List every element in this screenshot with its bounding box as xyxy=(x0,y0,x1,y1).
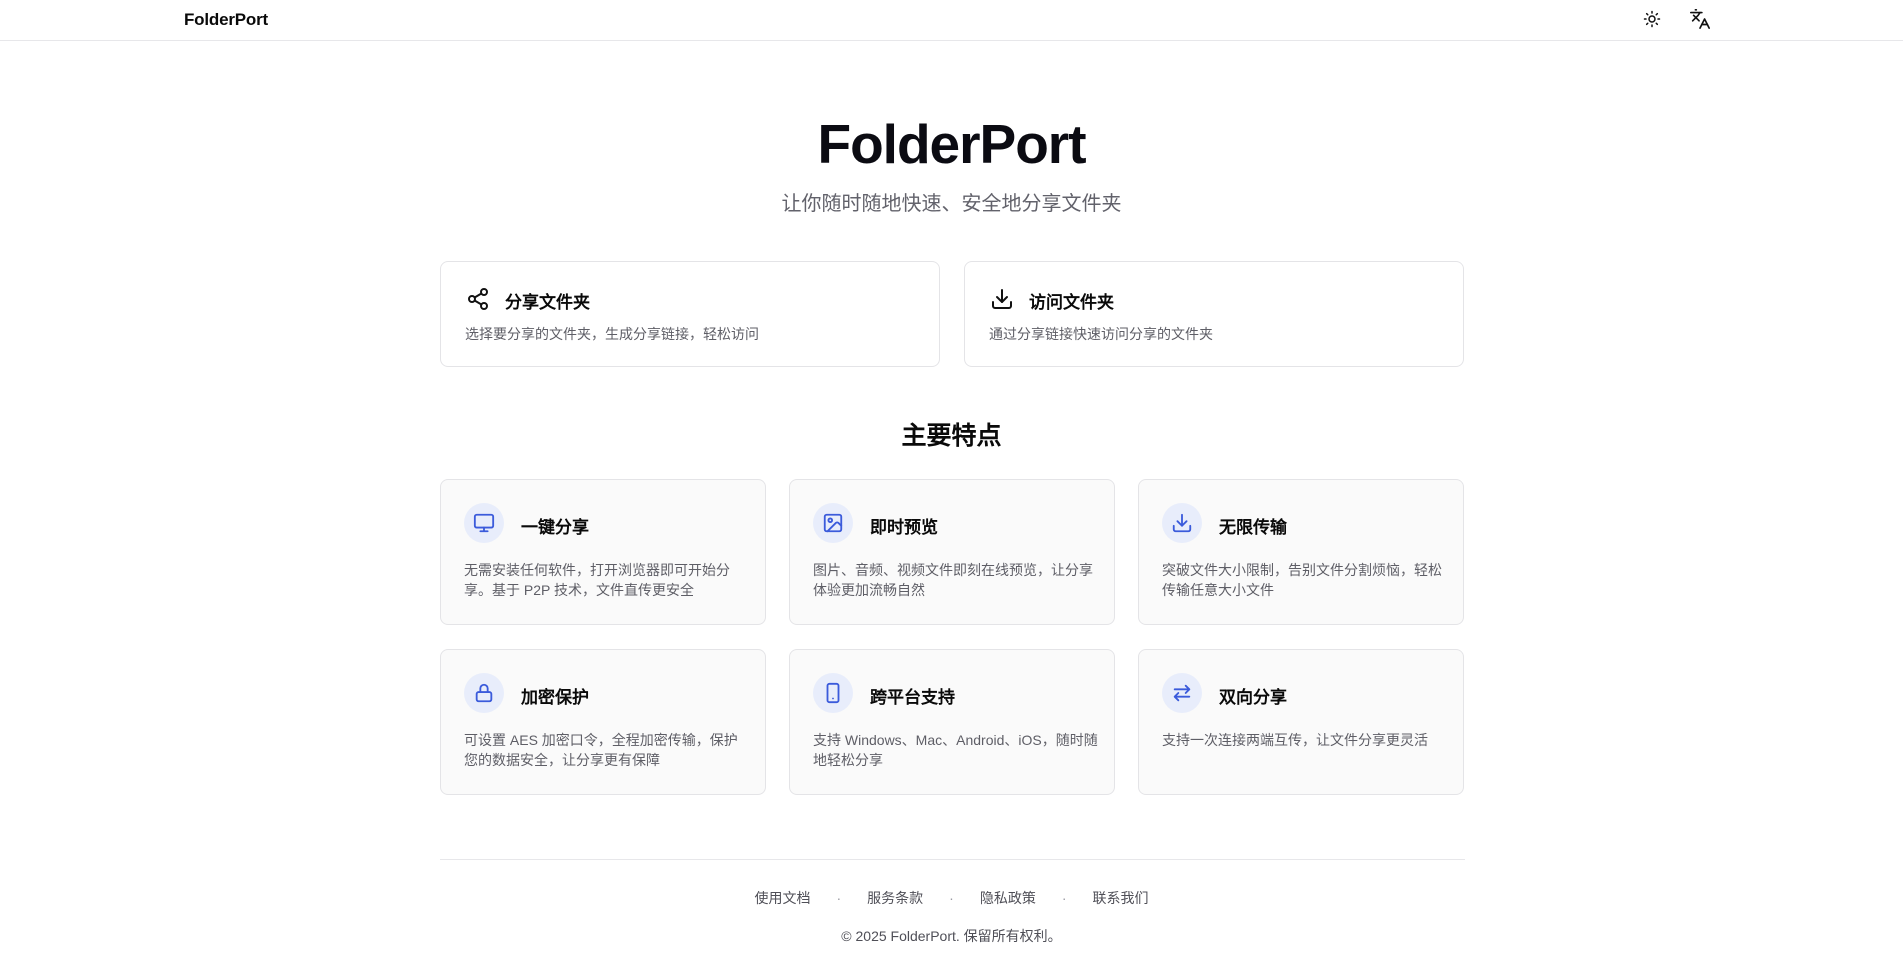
feature-card-two-way-share: 双向分享 支持一次连接两端互传，让文件分享更灵活 xyxy=(1138,649,1464,795)
feature-description: 突破文件大小限制，告别文件分割烦恼，轻松传输任意大小文件 xyxy=(1162,562,1442,598)
feature-title: 一键分享 xyxy=(521,518,589,537)
footer-link-contact[interactable]: 联系我们 xyxy=(1093,888,1149,908)
feature-title: 即时预览 xyxy=(870,518,938,537)
feature-description: 支持一次连接两端互传，让文件分享更灵活 xyxy=(1162,732,1428,748)
arrows-swap-icon xyxy=(1162,673,1202,713)
feature-title: 无限传输 xyxy=(1219,518,1287,537)
copyright-text: © 2025 FolderPort. 保留所有权利。 xyxy=(841,928,1062,944)
tablet-icon xyxy=(813,673,853,713)
footer-separator: · xyxy=(1061,890,1067,906)
share-folder-title: 分享文件夹 xyxy=(505,293,590,312)
feature-card-encryption: 加密保护 可设置 AES 加密口令，全程加密传输，保护您的数据安全，让分享更有保… xyxy=(440,649,766,795)
theme-toggle-button[interactable] xyxy=(1637,6,1667,36)
access-folder-title: 访问文件夹 xyxy=(1029,293,1114,312)
footer-separator: · xyxy=(836,890,842,906)
share-folder-description: 选择要分享的文件夹，生成分享链接，轻松访问 xyxy=(465,326,759,342)
download-icon xyxy=(989,286,1015,312)
feature-title: 双向分享 xyxy=(1219,688,1287,707)
footer-divider xyxy=(440,859,1465,860)
footer-link-privacy[interactable]: 隐私政策 xyxy=(980,888,1036,908)
hero-subtitle: 让你随时随地快速、安全地分享文件夹 xyxy=(781,193,1122,215)
access-folder-card[interactable]: 访问文件夹 通过分享链接快速访问分享的文件夹 xyxy=(964,261,1464,367)
footer-separator: · xyxy=(949,890,954,906)
language-switch-button[interactable] xyxy=(1685,6,1715,36)
share-folder-card[interactable]: 分享文件夹 选择要分享的文件夹，生成分享链接，轻松访问 xyxy=(440,261,940,367)
feature-card-one-click-share: 一键分享 无需安装任何软件，打开浏览器即可开始分享。基于 P2P 技术，文件直传… xyxy=(440,479,766,625)
top-navbar: FolderPort xyxy=(0,0,1903,41)
feature-description: 可设置 AES 加密口令，全程加密传输，保护您的数据安全，让分享更有保障 xyxy=(464,732,738,768)
feature-title: 跨平台支持 xyxy=(870,688,955,707)
share-icon xyxy=(465,286,491,312)
feature-description: 支持 Windows、Mac、Android、iOS，随时随地轻松分享 xyxy=(813,732,1098,768)
feature-description: 图片、音频、视频文件即刻在线预览，让分享体验更加流畅自然 xyxy=(813,562,1093,598)
lock-icon xyxy=(464,673,504,713)
feature-card-instant-preview: 即时预览 图片、音频、视频文件即刻在线预览，让分享体验更加流畅自然 xyxy=(789,479,1115,625)
monitor-icon xyxy=(464,503,504,543)
footer-link-docs[interactable]: 使用文档 xyxy=(754,888,810,908)
hero-title: FolderPort xyxy=(817,113,1086,175)
feature-title: 加密保护 xyxy=(521,688,589,707)
brand-logo[interactable]: FolderPort xyxy=(184,10,268,30)
translate-icon xyxy=(1689,8,1711,35)
footer-link-terms[interactable]: 服务条款 xyxy=(867,888,923,908)
download-icon xyxy=(1162,503,1202,543)
features-section-title: 主要特点 xyxy=(901,422,1002,450)
access-folder-description: 通过分享链接快速访问分享的文件夹 xyxy=(989,326,1213,342)
feature-description: 无需安装任何软件，打开浏览器即可开始分享。基于 P2P 技术，文件直传更安全 xyxy=(464,562,730,598)
image-icon xyxy=(813,503,853,543)
feature-card-unlimited-transfer: 无限传输 突破文件大小限制，告别文件分割烦恼，轻松传输任意大小文件 xyxy=(1138,479,1464,625)
feature-card-cross-platform: 跨平台支持 支持 Windows、Mac、Android、iOS，随时随地轻松分… xyxy=(789,649,1115,795)
sun-icon xyxy=(1643,10,1661,33)
footer-links: 使用文档 · 服务条款 · 隐私政策 · 联系我们 xyxy=(0,888,1903,908)
